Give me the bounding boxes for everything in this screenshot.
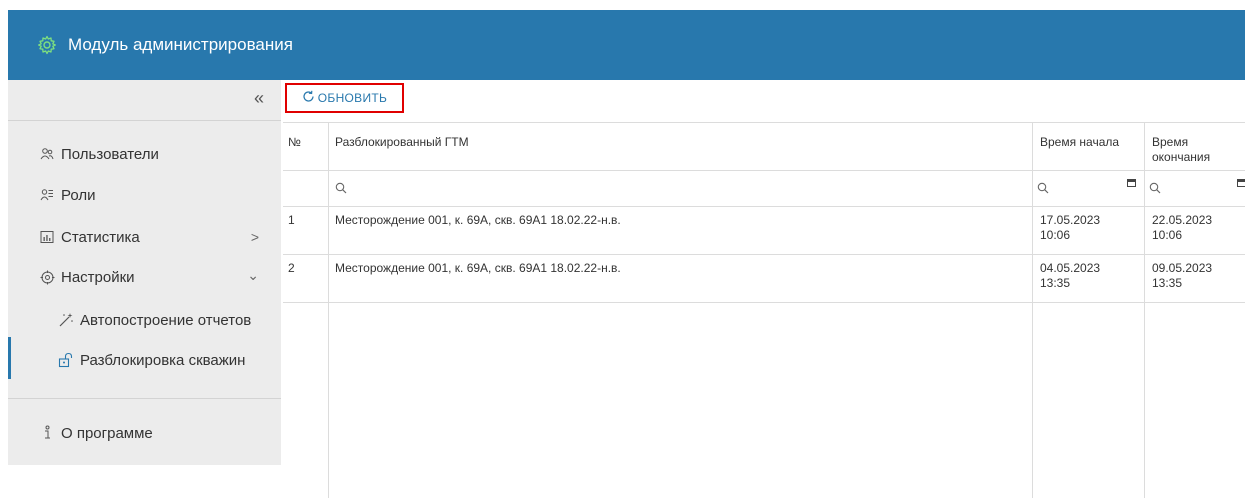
chart-icon xyxy=(39,229,55,245)
app-title: Модуль администрирования xyxy=(68,35,293,54)
row-divider xyxy=(283,302,1245,303)
column-header-end-line1: Время xyxy=(1152,135,1189,149)
unlock-icon xyxy=(58,352,74,368)
sidebar-item-label: Настройки xyxy=(61,268,135,286)
chevron-down-icon: ⌄ xyxy=(247,267,259,283)
end-time: 10:06 xyxy=(1152,228,1183,242)
table-cell-start: 04.05.2023 13:35 xyxy=(1040,261,1100,291)
column-divider xyxy=(1032,122,1033,498)
refresh-icon xyxy=(302,90,315,106)
column-header-num[interactable]: № xyxy=(288,135,301,150)
search-icon[interactable] xyxy=(1037,182,1049,197)
search-icon[interactable] xyxy=(1149,182,1161,197)
start-date: 04.05.2023 xyxy=(1040,261,1101,275)
sidebar-item-label: Автопостроение отчетов xyxy=(80,311,252,329)
app-header: Модуль администрирования xyxy=(8,10,1245,80)
magic-wand-icon xyxy=(58,312,74,328)
table-cell-num: 1 xyxy=(288,213,295,227)
toolbar: ОБНОВИТЬ xyxy=(283,80,1245,122)
sidebar-subitem-unlock-wells[interactable]: Разблокировка скважин xyxy=(8,341,281,379)
row-divider xyxy=(283,122,1245,123)
sidebar-item-about[interactable]: О программе xyxy=(8,414,281,452)
column-header-end-line2: окончания xyxy=(1152,150,1211,164)
end-date: 22.05.2023 xyxy=(1152,213,1213,227)
refresh-label: ОБНОВИТЬ xyxy=(317,91,388,105)
start-time: 10:06 xyxy=(1040,228,1071,242)
sidebar-item-roles[interactable]: Роли xyxy=(8,176,281,214)
sidebar: « Пользователи Роли Статистика > Настрой… xyxy=(8,80,281,498)
row-divider xyxy=(283,206,1245,207)
sidebar-item-label: Разблокировка скважин xyxy=(80,351,246,369)
row-divider xyxy=(283,254,1245,255)
sidebar-item-label: Пользователи xyxy=(61,145,159,163)
search-icon[interactable] xyxy=(335,182,347,197)
users-icon xyxy=(39,146,55,162)
start-date: 17.05.2023 xyxy=(1040,213,1101,227)
sidebar-item-label: О программе xyxy=(61,424,153,442)
end-time: 13:35 xyxy=(1152,276,1183,290)
table-cell-num: 2 xyxy=(288,261,295,275)
sidebar-item-statistics[interactable]: Статистика > xyxy=(8,218,281,256)
chevron-right-icon: > xyxy=(250,229,259,245)
column-divider xyxy=(1144,122,1145,498)
sidebar-item-label: Статистика xyxy=(61,228,140,246)
divider xyxy=(8,398,281,399)
column-header-end[interactable]: Время окончания xyxy=(1152,135,1210,165)
gear-icon xyxy=(36,34,58,56)
roles-icon xyxy=(39,187,55,203)
column-divider xyxy=(328,122,329,498)
settings-icon xyxy=(39,269,55,285)
calendar-icon[interactable] xyxy=(1127,179,1136,187)
column-header-gtm[interactable]: Разблокированный ГТМ xyxy=(335,135,469,150)
sidebar-subitem-auto-reports[interactable]: Автопостроение отчетов xyxy=(8,301,281,339)
data-table: № Разблокированный ГТМ Время начала Врем… xyxy=(283,122,1245,498)
divider xyxy=(8,120,281,121)
end-date: 09.05.2023 xyxy=(1152,261,1213,275)
table-cell-end: 22.05.2023 10:06 xyxy=(1152,213,1212,243)
sidebar-item-users[interactable]: Пользователи xyxy=(8,135,281,173)
table-cell-gtm: Месторождение 001, к. 69А, скв. 69А1 18.… xyxy=(335,213,621,227)
collapse-sidebar-button[interactable]: « xyxy=(254,88,264,109)
sidebar-item-label: Роли xyxy=(61,186,96,204)
table-cell-end: 09.05.2023 13:35 xyxy=(1152,261,1212,291)
refresh-button[interactable]: ОБНОВИТЬ xyxy=(285,83,404,113)
start-time: 13:35 xyxy=(1040,276,1071,290)
column-header-start[interactable]: Время начала xyxy=(1040,135,1119,150)
calendar-icon[interactable] xyxy=(1237,179,1245,187)
row-divider xyxy=(283,170,1245,171)
sidebar-item-settings[interactable]: Настройки ⌄ xyxy=(8,258,281,296)
info-icon xyxy=(39,425,55,441)
table-cell-gtm: Месторождение 001, к. 69А, скв. 69А1 18.… xyxy=(335,261,621,275)
table-cell-start: 17.05.2023 10:06 xyxy=(1040,213,1100,243)
